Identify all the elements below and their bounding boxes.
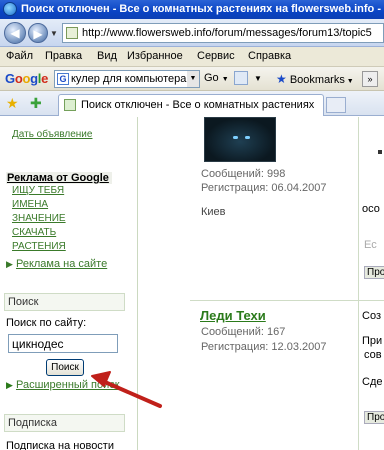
window-title-bar: Поиск отключен - Все о комнатных растени… bbox=[0, 0, 384, 19]
subscription-text: Подписка на новости bbox=[6, 440, 114, 450]
add-favorite-icon[interactable]: ✚ bbox=[30, 95, 42, 112]
user-avatar[interactable] bbox=[204, 117, 276, 162]
site-ads-item: ▶ Реклама на сайте bbox=[6, 258, 107, 270]
window-title: Поиск отключен - Все о комнатных растени… bbox=[21, 3, 384, 15]
site-ads-link[interactable]: Реклама на сайте bbox=[16, 258, 107, 270]
post-text-fragment: Сде bbox=[362, 376, 383, 388]
add-ad-link[interactable]: Дать объявление bbox=[12, 129, 92, 140]
post-text-fragment: осо bbox=[362, 203, 380, 215]
back-button[interactable]: ◀ bbox=[4, 22, 26, 44]
bookmarks-star-icon: ★ bbox=[276, 72, 287, 86]
post-author-link[interactable]: Леди Техи bbox=[200, 308, 266, 323]
google-search-dropdown-icon[interactable]: ▼ bbox=[187, 71, 199, 87]
favorites-star-icon[interactable]: ★ bbox=[6, 95, 19, 112]
menu-edit[interactable]: Правка bbox=[45, 50, 82, 62]
advanced-search-item: ▶ Расширенный поиск bbox=[6, 379, 120, 391]
toolbar-extra-icon[interactable]: » bbox=[362, 71, 378, 87]
toolbar-options-dropdown-icon[interactable]: ▼ bbox=[254, 74, 262, 83]
address-url[interactable]: http://www.flowersweb.info/forum/message… bbox=[82, 24, 372, 42]
ad-link[interactable]: ИМЕНА bbox=[12, 199, 48, 210]
ie-logo-icon bbox=[3, 2, 17, 16]
google-go-button[interactable]: Go ▼ bbox=[204, 72, 229, 84]
ad-link[interactable]: СКАЧАТЬ bbox=[12, 227, 56, 238]
tab-favicon-icon bbox=[64, 99, 76, 111]
search-box-title: Поиск bbox=[4, 293, 125, 311]
page-content: Дать объявление Реклама от Google ИЩУ ТЕ… bbox=[0, 117, 384, 450]
google-search-query[interactable]: кулер для компьютера bbox=[71, 73, 186, 85]
search-input[interactable] bbox=[8, 334, 118, 353]
column-divider bbox=[358, 117, 359, 450]
profile-button[interactable]: Про bbox=[364, 411, 384, 424]
tab-row: ★ ✚ Поиск отключен - Все о комнатных рас… bbox=[0, 91, 384, 116]
post-divider bbox=[190, 300, 384, 301]
menu-help[interactable]: Справка bbox=[248, 50, 291, 62]
post-date-fragment: Соз bbox=[362, 310, 381, 322]
google-search-input[interactable]: Gкулер для компьютера ▼ bbox=[54, 70, 200, 88]
history-dropdown-icon[interactable]: ▼ bbox=[50, 29, 58, 38]
ad-link[interactable]: ЗНАЧЕНИЕ bbox=[12, 213, 66, 224]
bullet-arrow-icon: ▶ bbox=[6, 259, 13, 269]
menu-bar: Файл Правка Вид Избранное Сервис Справка bbox=[0, 47, 384, 67]
post-message-count: Сообщений: 167 bbox=[201, 326, 286, 338]
tab-title: Поиск отключен - Все о комнатных растени… bbox=[81, 99, 315, 111]
post-text-fragment: сов bbox=[364, 349, 382, 361]
navigation-row: ◀ ▶ ▼ http://www.flowersweb.info/forum/m… bbox=[0, 19, 384, 47]
ad-link[interactable]: ИЩУ ТЕБЯ bbox=[12, 185, 64, 196]
sidebar: Дать объявление Реклама от Google ИЩУ ТЕ… bbox=[0, 117, 138, 450]
post-registration-date: Регистрация: 06.04.2007 bbox=[201, 182, 327, 194]
menu-view[interactable]: Вид bbox=[97, 50, 117, 62]
ad-link[interactable]: РАСТЕНИЯ bbox=[12, 241, 66, 252]
menu-favorites[interactable]: Избранное bbox=[127, 50, 183, 62]
google-logo: Google bbox=[5, 71, 49, 86]
post-text-fragment: Ес bbox=[364, 239, 377, 251]
post-message-count: Сообщений: 998 bbox=[201, 168, 286, 180]
new-tab-button[interactable] bbox=[326, 97, 346, 113]
post-city: Киев bbox=[201, 206, 226, 218]
browser-tab[interactable]: Поиск отключен - Все о комнатных растени… bbox=[58, 94, 324, 116]
post-registration-date: Регистрация: 12.03.2007 bbox=[201, 341, 327, 353]
forward-button[interactable]: ▶ bbox=[28, 23, 48, 43]
advanced-search-link[interactable]: Расширенный поиск bbox=[16, 379, 120, 391]
search-label: Поиск по сайту: bbox=[6, 317, 87, 329]
partial-marker bbox=[378, 150, 382, 154]
subscription-box-title: Подписка bbox=[4, 414, 125, 432]
google-ads-title[interactable]: Реклама от Google bbox=[6, 172, 112, 184]
bullet-arrow-icon: ▶ bbox=[6, 380, 13, 390]
bookmarks-button[interactable]: ★ Bookmarks ▼ bbox=[276, 72, 354, 86]
menu-file[interactable]: Файл bbox=[6, 50, 33, 62]
menu-tools[interactable]: Сервис bbox=[197, 50, 235, 62]
profile-button[interactable]: Про bbox=[364, 266, 384, 279]
address-bar[interactable]: http://www.flowersweb.info/forum/message… bbox=[62, 23, 384, 43]
post-text-fragment: При bbox=[362, 335, 383, 347]
search-button[interactable]: Поиск bbox=[46, 359, 84, 376]
toolbar-options-icon[interactable] bbox=[234, 71, 248, 85]
page-icon bbox=[66, 27, 78, 39]
google-toolbar: Google Gкулер для компьютера ▼ Go ▼ ▼ ★ … bbox=[0, 67, 384, 91]
google-g-icon: G bbox=[57, 73, 69, 85]
